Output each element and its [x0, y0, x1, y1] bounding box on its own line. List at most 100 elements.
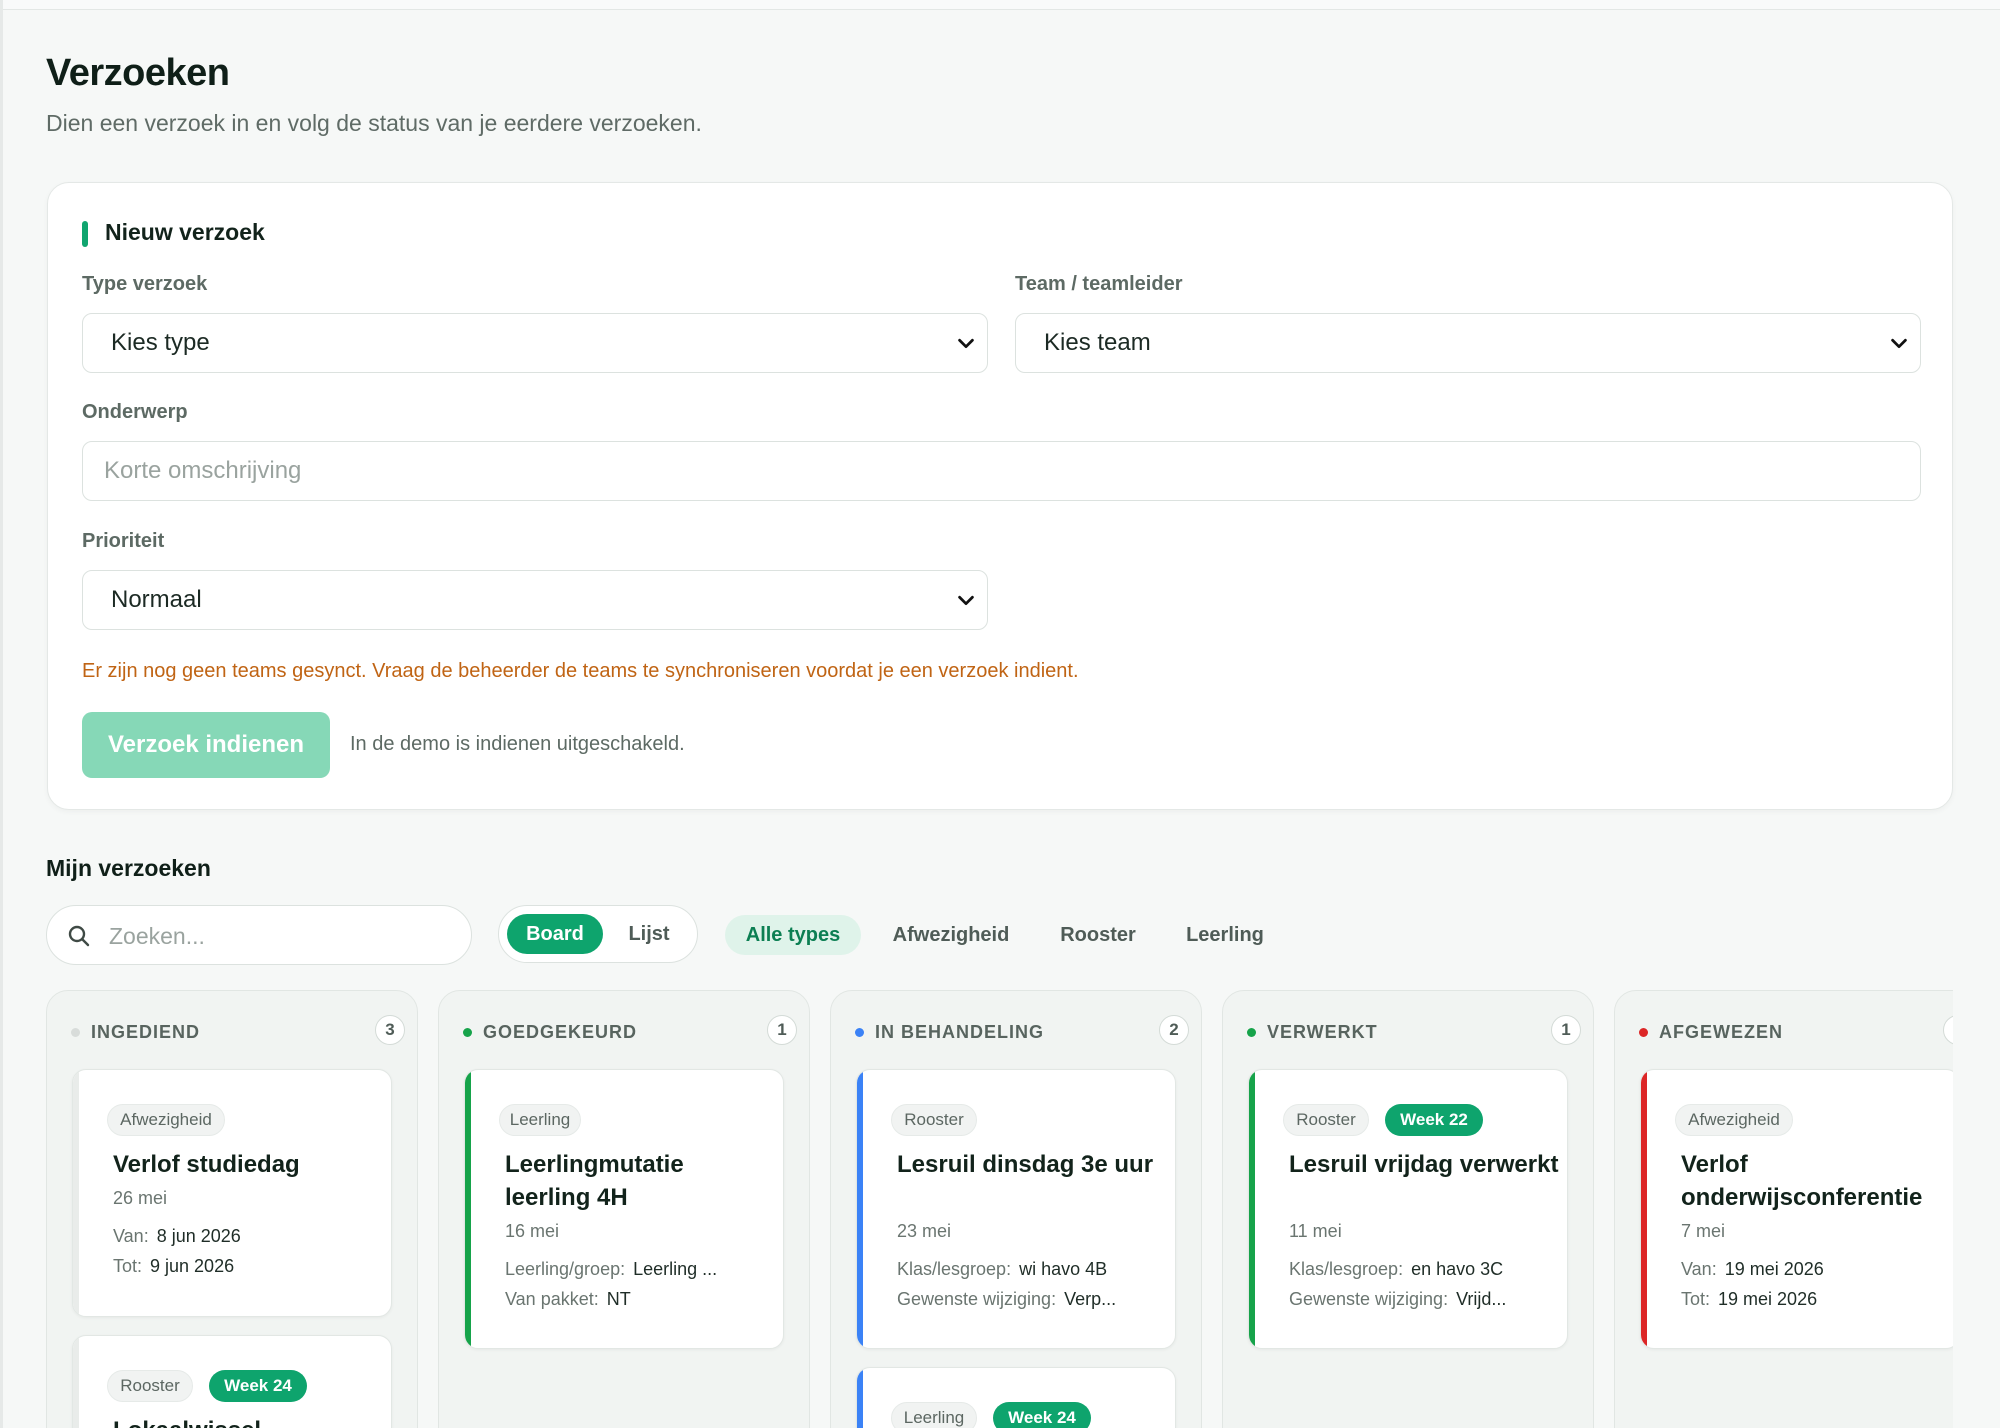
column-count-badge: 1	[1551, 1015, 1581, 1045]
detail-key: Klas/lesgroep:	[897, 1259, 1012, 1279]
detail-value: en havo 3C	[1411, 1259, 1504, 1279]
column-title: VERWERKT	[1267, 1022, 1378, 1042]
priority-label: Prioriteit	[82, 530, 165, 552]
detail-value: Leerling ...	[633, 1259, 718, 1279]
request-card[interactable]: Leerling Week 24	[856, 1367, 1176, 1428]
search-placeholder: Zoeken...	[109, 923, 205, 949]
subject-label: Onderwerp	[82, 401, 188, 423]
detail-value: 9 jun 2026	[150, 1256, 235, 1276]
team-select[interactable]: Kies team	[1015, 313, 1921, 373]
filter-all-types[interactable]: Alle types	[725, 915, 861, 955]
column-in-behandeling: IN BEHANDELING 2 Rooster Lesruil dinsdag…	[830, 990, 1202, 1428]
detail-key: Gewenste wijziging:	[897, 1289, 1057, 1309]
column-header: VERWERKT	[1247, 1022, 1378, 1043]
column-count-badge: 1	[1943, 1015, 1953, 1045]
view-board-button[interactable]: Board	[507, 914, 603, 954]
my-requests-title: Mijn verzoeken	[46, 855, 211, 881]
submit-request-button[interactable]: Verzoek indienen	[82, 712, 330, 778]
status-dot-icon	[71, 1028, 80, 1037]
chevron-down-icon	[958, 595, 974, 606]
request-card[interactable]: Rooster Lesruil dinsdag 3e uur 23 mei Kl…	[856, 1069, 1176, 1349]
request-detail: Klas/lesgroep: en havo 3C	[1289, 1259, 1503, 1280]
type-chip: Afwezigheid	[107, 1104, 225, 1136]
request-detail: Gewenste wijziging: Vrijd...	[1289, 1289, 1506, 1310]
request-detail: Tot: 19 mei 2026	[1681, 1289, 1817, 1310]
team-label: Team / teamleider	[1015, 273, 1183, 295]
detail-value: 19 mei 2026	[1718, 1289, 1818, 1309]
left-edge	[0, 0, 3, 1428]
request-card[interactable]: Afwezigheid Verlof studiedag 26 mei Van:…	[72, 1069, 392, 1317]
request-detail: Van pakket: NT	[505, 1289, 631, 1310]
priority-select-value: Normaal	[111, 586, 202, 613]
request-title: Lesruil dinsdag 3e uur	[897, 1151, 1154, 1178]
column-count-badge: 2	[1159, 1015, 1189, 1045]
chevron-down-icon	[958, 338, 974, 349]
column-header: IN BEHANDELING	[855, 1022, 1044, 1043]
detail-value: wi havo 4B	[1019, 1259, 1108, 1279]
type-chip: Leerling	[891, 1402, 977, 1428]
type-label: Type verzoek	[82, 273, 208, 295]
no-teams-warning: Er zijn nog geen teams gesynct. Vraag de…	[82, 660, 1079, 682]
detail-key: Leerling/groep:	[505, 1259, 626, 1279]
column-title: GOEDGEKEURD	[483, 1022, 638, 1042]
kanban-board: INGEDIEND 3 Afwezigheid Verlof studiedag…	[46, 990, 1953, 1428]
demo-note: In de demo is indienen uitgeschakeld.	[350, 733, 685, 755]
filter-rooster[interactable]: Rooster	[1046, 915, 1150, 955]
status-dot-icon	[1247, 1028, 1256, 1037]
subject-placeholder: Korte omschrijving	[104, 457, 302, 484]
search-icon	[68, 925, 90, 947]
request-detail: Klas/lesgroep: wi havo 4B	[897, 1259, 1107, 1280]
week-badge: Week 24	[993, 1402, 1091, 1428]
request-detail: Van: 19 mei 2026	[1681, 1259, 1824, 1280]
type-select[interactable]: Kies type	[82, 313, 988, 373]
subject-input[interactable]: Korte omschrijving	[82, 441, 1921, 501]
request-card[interactable]: Rooster Week 22 Lesruil vrijdag verwerkt…	[1248, 1069, 1568, 1349]
detail-value: 19 mei 2026	[1724, 1259, 1824, 1279]
week-badge: Week 22	[1385, 1104, 1483, 1136]
detail-key: Van pakket:	[505, 1289, 599, 1309]
request-title: Lesruil vrijdag verwerkt	[1289, 1151, 1559, 1178]
view-list-button[interactable]: Lijst	[609, 914, 689, 954]
request-title: Lokaalwissel	[113, 1414, 383, 1428]
request-detail: Tot: 9 jun 2026	[113, 1256, 234, 1277]
request-card[interactable]: Afwezigheid Verlof onderwijsconferentie …	[1640, 1069, 1953, 1349]
request-card[interactable]: Leerling Leerlingmutatie leerling 4H 16 …	[464, 1069, 784, 1349]
request-date: 26 mei	[113, 1188, 168, 1208]
request-title: Verlof onderwijsconferentie	[1681, 1151, 1923, 1211]
request-detail: Leerling/groep: Leerling ...	[505, 1259, 717, 1280]
status-bar	[857, 1070, 863, 1348]
page-title: Verzoeken	[46, 52, 230, 94]
column-title: INGEDIEND	[91, 1022, 201, 1042]
status-bar	[1641, 1070, 1647, 1348]
request-date: 7 mei	[1681, 1221, 1726, 1241]
request-date: 16 mei	[505, 1221, 560, 1241]
request-title: Leerlingmutatie leerling 4H	[505, 1151, 684, 1211]
detail-key: Gewenste wijziging:	[1289, 1289, 1449, 1309]
detail-value: Verp...	[1064, 1289, 1117, 1309]
filter-afwezigheid[interactable]: Afwezigheid	[876, 915, 1026, 955]
detail-value: NT	[606, 1289, 631, 1309]
status-bar	[73, 1070, 79, 1316]
search-input[interactable]: Zoeken...	[46, 905, 472, 965]
priority-select[interactable]: Normaal	[82, 570, 988, 630]
detail-key: Van:	[1681, 1259, 1717, 1279]
column-header: GOEDGEKEURD	[463, 1022, 637, 1043]
type-chip: Rooster	[891, 1104, 977, 1136]
request-card[interactable]: Rooster Week 24 Lokaalwissel	[72, 1335, 392, 1428]
filter-leerling[interactable]: Leerling	[1170, 915, 1280, 955]
request-detail: Gewenste wijziging: Verp...	[897, 1289, 1116, 1310]
type-chip: Rooster	[1283, 1104, 1369, 1136]
column-header: INGEDIEND	[71, 1022, 200, 1043]
type-select-value: Kies type	[111, 329, 210, 356]
column-goedgekeurd: GOEDGEKEURD 1 Leerling Leerlingmutatie l…	[438, 990, 810, 1428]
detail-key: Van:	[113, 1226, 149, 1246]
column-verwerkt: VERWERKT 1 Rooster Week 22 Lesruil vrijd…	[1222, 990, 1594, 1428]
new-request-title: Nieuw verzoek	[105, 219, 265, 245]
new-request-card: Nieuw verzoek Type verzoek Kies type Tea…	[47, 182, 1953, 810]
type-chip: Rooster	[107, 1370, 193, 1402]
column-count-badge: 1	[767, 1015, 797, 1045]
status-dot-icon	[463, 1028, 472, 1037]
column-title: AFGEWEZEN	[1659, 1022, 1783, 1042]
top-bar-edge	[0, 0, 2000, 10]
status-bar	[465, 1070, 471, 1348]
